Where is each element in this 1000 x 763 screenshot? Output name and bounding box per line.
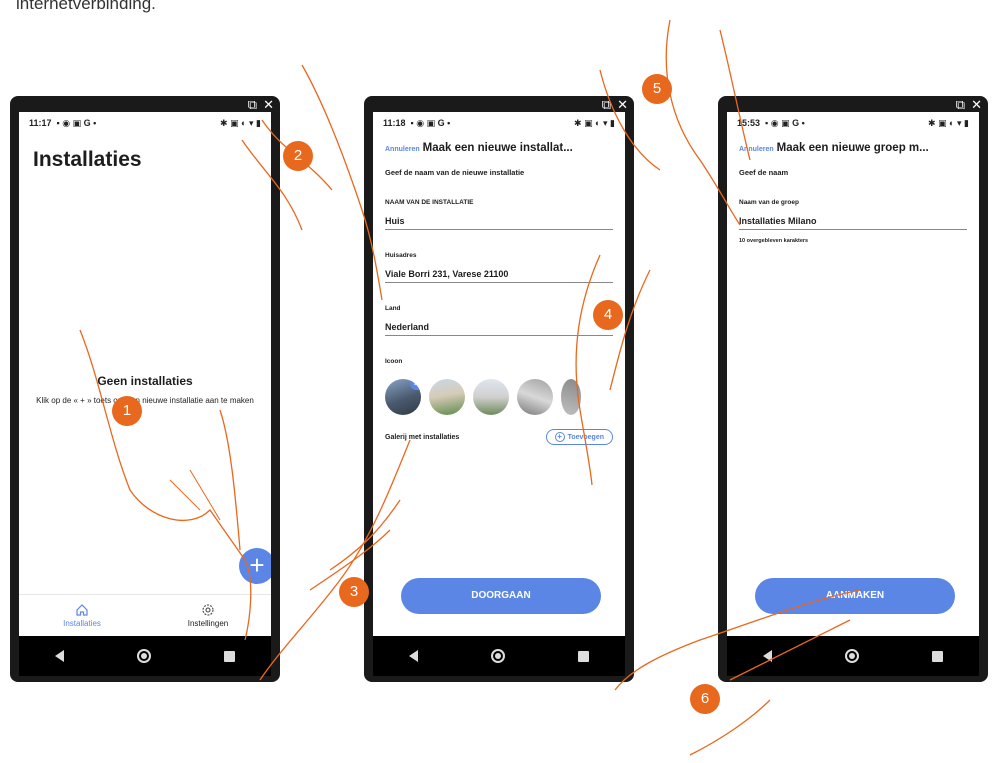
recents-icon[interactable] [223,650,235,662]
icon-label: Icoon [385,358,403,365]
add-installation-button[interactable]: + [239,548,271,584]
close-icon[interactable]: ✕ [263,98,274,112]
form-header: Annuleren Maak een nieuwe installat... [385,142,625,154]
address-input[interactable]: Viale Borri 231, Varese 21100 [385,269,613,283]
status-bar: 11:17 ▪ ◉ ▣ G • ✱ ▣ ◐ ▾ ▮ [19,112,271,134]
phone-new-group: ⧉ ✕ 15:53 ▪ ◉ ▣ G • ✱ ▣ ◐ ▾ ▮ Annuleren … [718,96,988,682]
back-icon[interactable] [55,650,65,662]
checkmark-icon: ✓ [410,379,421,390]
screen: 15:53 ▪ ◉ ▣ G • ✱ ▣ ◐ ▾ ▮ Annuleren Maak… [727,112,979,636]
house-photo-icon[interactable] [517,379,553,415]
status-time: 15:53 [737,118,761,128]
notification-icons: ▪ ◉ ▣ G • [410,117,451,128]
notification-icons: ▪ ◉ ▣ G • [765,117,805,128]
form-title: Maak een nieuwe groep m... [776,142,929,154]
create-button[interactable]: AANMAKEN [755,578,955,614]
status-bar: 11:18 ▪ ◉ ▣ G • ✱ ▣ ◐ ▾ ▮ [373,112,625,134]
house-photo-icon[interactable]: ✓ [385,379,421,415]
system-icons: ✱ ▣ ◐ ▾ ▮ [574,117,615,128]
house-photo-icon[interactable] [429,379,465,415]
house-photo-icon[interactable] [473,379,509,415]
country-input[interactable]: Nederland [385,322,613,336]
character-counter: 10 overgebleven karakters [739,238,809,244]
status-bar: 15:53 ▪ ◉ ▣ G • ✱ ▣ ◐ ▾ ▮ [727,112,979,134]
status-time: 11:17 [29,118,52,128]
cancel-link[interactable]: Annuleren [739,146,774,153]
cancel-link[interactable]: Annuleren [385,146,420,153]
empty-state-text: Klik op de « + » toets om een nieuwe ins… [36,396,254,405]
plus-icon: + [554,432,565,442]
instruction-text: internetverbinding. [16,0,156,13]
phone-new-installation: ⧉ ✕ 11:18 ▪ ◉ ▣ G • ✱ ▣ ◐ ▾ ▮ Annuleren … [364,96,634,682]
recents-icon[interactable] [577,650,589,662]
step-marker-6: 6 [690,684,720,714]
installation-name-input[interactable]: Huis [385,216,613,230]
close-icon[interactable]: ✕ [617,98,628,112]
phone-installations-list: ⧉ ✕ 11:17 ▪ ◉ ▣ G • ✱ ▣ ◐ ▾ ▮ Installati… [10,96,280,682]
gear-icon [202,604,214,616]
empty-state-title: Geen installaties [97,374,193,388]
bottom-tab-bar: Installaties Instellingen [19,594,271,636]
android-nav-bar [727,636,979,676]
form-intro: Geef de naam van de nieuwe installatie [385,168,525,177]
notification-icons: ▪ ◉ ▣ G • [56,117,97,128]
android-nav-bar [373,636,625,676]
step-marker-3: 3 [339,577,369,607]
gallery-label: Galerij met installaties [385,433,460,441]
external-window-icon[interactable]: ⧉ [248,98,257,112]
android-nav-bar [19,636,271,676]
step-marker-4: 4 [593,300,623,330]
house-photo-icon[interactable] [561,379,581,415]
field-label-address: Huisadres [385,252,417,259]
tab-instellingen[interactable]: Instellingen [145,595,271,636]
step-marker-2: 2 [283,141,313,171]
external-window-icon[interactable]: ⧉ [956,98,965,112]
status-time: 11:18 [383,118,406,128]
screen: 11:18 ▪ ◉ ▣ G • ✱ ▣ ◐ ▾ ▮ Annuleren Maak… [373,112,625,636]
field-label-name: NAAM VAN DE INSTALLATIE [385,199,474,206]
recents-icon[interactable] [931,650,943,662]
tab-installaties[interactable]: Installaties [19,595,145,636]
step-marker-5: 5 [642,74,672,104]
field-label-country: Land [385,305,401,312]
form-header: Annuleren Maak een nieuwe groep m... [739,142,979,154]
home-nav-icon[interactable] [136,649,151,663]
screen: 11:17 ▪ ◉ ▣ G • ✱ ▣ ◐ ▾ ▮ Installaties G… [19,112,271,636]
group-name-input[interactable]: Installaties Milano [739,216,967,230]
icon-picker: ✓ [385,379,625,415]
back-icon[interactable] [763,650,773,662]
home-nav-icon[interactable] [490,649,505,663]
close-icon[interactable]: ✕ [971,98,982,112]
system-icons: ✱ ▣ ◐ ▾ ▮ [220,117,261,128]
add-gallery-button[interactable]: + Toevoegen [545,429,613,445]
field-label-group-name: Naam van de groep [739,199,799,206]
home-icon [76,604,88,616]
home-nav-icon[interactable] [844,649,859,663]
back-icon[interactable] [409,650,419,662]
continue-button[interactable]: DOORGAAN [401,578,601,614]
form-title: Maak een nieuwe installat... [422,142,573,154]
external-window-icon[interactable]: ⧉ [602,98,611,112]
form-intro: Geef de naam [739,168,789,177]
system-icons: ✱ ▣ ◐ ▾ ▮ [928,117,969,128]
gallery-row: Galerij met installaties + Toevoegen [385,429,613,445]
page-title: Installaties [33,148,142,171]
step-marker-1: 1 [112,396,142,426]
